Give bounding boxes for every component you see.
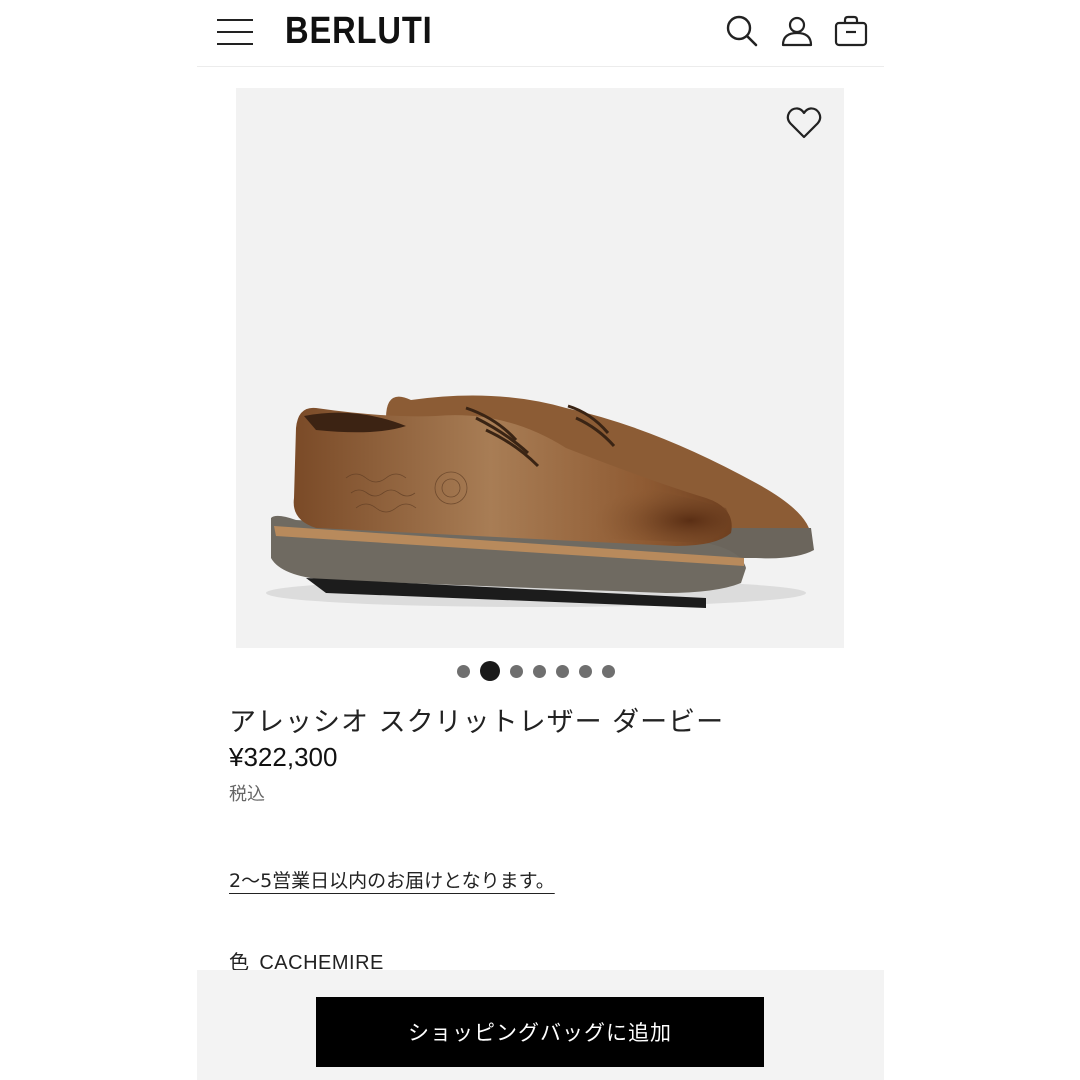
- carousel-dot[interactable]: [457, 664, 470, 678]
- account-icon[interactable]: [780, 14, 814, 48]
- delivery-link[interactable]: 2〜5営業日以内のお届けとなります。: [229, 866, 555, 893]
- shoe-image: [266, 395, 814, 608]
- tax-note: 税込: [229, 784, 265, 805]
- brand-logo[interactable]: BERLUTI: [285, 10, 433, 53]
- heart-icon[interactable]: [786, 106, 822, 140]
- product-price: ¥322,300: [229, 742, 338, 772]
- product-image[interactable]: [236, 88, 844, 648]
- menu-icon[interactable]: [217, 19, 253, 45]
- add-to-bag-button[interactable]: ショッピングバッグに追加: [316, 997, 764, 1067]
- carousel-dot[interactable]: [510, 664, 523, 678]
- carousel-dot[interactable]: [579, 664, 592, 678]
- carousel-dot[interactable]: [533, 664, 546, 678]
- search-icon[interactable]: [725, 14, 759, 48]
- sticky-cta-bar: ショッピングバッグに追加: [197, 970, 884, 1080]
- carousel-dot[interactable]: [602, 664, 615, 678]
- carousel-dot-active[interactable]: [480, 661, 500, 681]
- site-header: BERLUTI: [197, 0, 884, 67]
- carousel-dot[interactable]: [556, 664, 569, 678]
- shopping-bag-icon[interactable]: [834, 14, 868, 48]
- product-title: アレッシオ スクリットレザー ダービー: [229, 707, 725, 738]
- carousel-indicator: [457, 660, 615, 682]
